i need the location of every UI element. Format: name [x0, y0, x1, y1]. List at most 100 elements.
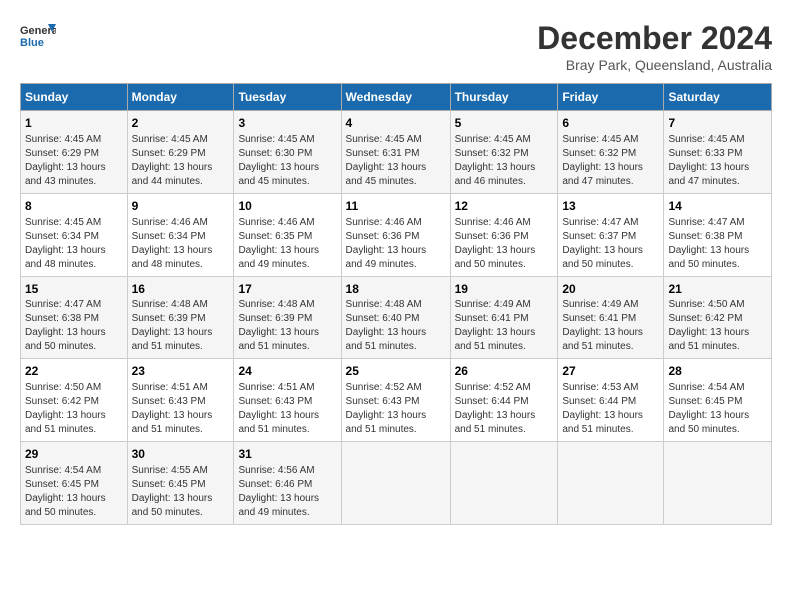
cell-line: Daylight: 13 hours [238, 326, 336, 340]
cell-line: Sunrise: 4:49 AM [562, 298, 659, 312]
col-header-tuesday: Tuesday [234, 84, 341, 111]
cell-line: Daylight: 13 hours [562, 161, 659, 175]
calendar-cell: 3Sunrise: 4:45 AMSunset: 6:30 PMDaylight… [234, 111, 341, 194]
day-number: 8 [25, 198, 123, 215]
day-number: 27 [562, 363, 659, 380]
cell-line: Sunset: 6:42 PM [668, 312, 767, 326]
cell-line: and 44 minutes. [132, 175, 230, 189]
title-area: December 2024 Bray Park, Queensland, Aus… [537, 20, 772, 73]
cell-line: and 48 minutes. [132, 258, 230, 272]
calendar-cell: 10Sunrise: 4:46 AMSunset: 6:35 PMDayligh… [234, 193, 341, 276]
cell-line: Sunset: 6:36 PM [455, 230, 554, 244]
calendar-cell [450, 442, 558, 525]
cell-line: Daylight: 13 hours [455, 244, 554, 258]
week-row-2: 8Sunrise: 4:45 AMSunset: 6:34 PMDaylight… [21, 193, 772, 276]
cell-line: and 50 minutes. [455, 258, 554, 272]
cell-line: and 47 minutes. [668, 175, 767, 189]
calendar-cell: 21Sunrise: 4:50 AMSunset: 6:42 PMDayligh… [664, 276, 772, 359]
cell-line: and 49 minutes. [346, 258, 446, 272]
calendar-cell: 24Sunrise: 4:51 AMSunset: 6:43 PMDayligh… [234, 359, 341, 442]
calendar-cell: 4Sunrise: 4:45 AMSunset: 6:31 PMDaylight… [341, 111, 450, 194]
calendar-cell [664, 442, 772, 525]
cell-line: Sunrise: 4:52 AM [346, 381, 446, 395]
cell-line: Daylight: 13 hours [132, 161, 230, 175]
cell-line: and 51 minutes. [238, 423, 336, 437]
cell-line: and 50 minutes. [562, 258, 659, 272]
cell-line: Sunset: 6:42 PM [25, 395, 123, 409]
day-number: 2 [132, 115, 230, 132]
cell-line: Sunset: 6:36 PM [346, 230, 446, 244]
calendar-cell: 15Sunrise: 4:47 AMSunset: 6:38 PMDayligh… [21, 276, 128, 359]
col-header-sunday: Sunday [21, 84, 128, 111]
cell-line: Sunrise: 4:55 AM [132, 464, 230, 478]
cell-line: Sunrise: 4:51 AM [238, 381, 336, 395]
cell-line: and 51 minutes. [132, 340, 230, 354]
cell-line: and 50 minutes. [132, 506, 230, 520]
calendar-cell: 18Sunrise: 4:48 AMSunset: 6:40 PMDayligh… [341, 276, 450, 359]
calendar-cell: 16Sunrise: 4:48 AMSunset: 6:39 PMDayligh… [127, 276, 234, 359]
cell-line: and 51 minutes. [668, 340, 767, 354]
calendar-cell: 9Sunrise: 4:46 AMSunset: 6:34 PMDaylight… [127, 193, 234, 276]
col-header-monday: Monday [127, 84, 234, 111]
cell-line: Daylight: 13 hours [132, 492, 230, 506]
cell-line: Sunrise: 4:52 AM [455, 381, 554, 395]
svg-text:Blue: Blue [20, 37, 44, 49]
day-number: 20 [562, 281, 659, 298]
cell-line: Daylight: 13 hours [238, 161, 336, 175]
calendar-cell [558, 442, 664, 525]
calendar-cell: 2Sunrise: 4:45 AMSunset: 6:29 PMDaylight… [127, 111, 234, 194]
cell-line: Sunset: 6:40 PM [346, 312, 446, 326]
cell-line: Daylight: 13 hours [668, 244, 767, 258]
calendar-cell: 30Sunrise: 4:55 AMSunset: 6:45 PMDayligh… [127, 442, 234, 525]
cell-line: and 50 minutes. [668, 258, 767, 272]
cell-line: Daylight: 13 hours [668, 409, 767, 423]
cell-line: Daylight: 13 hours [238, 244, 336, 258]
day-number: 7 [668, 115, 767, 132]
cell-line: Sunrise: 4:46 AM [238, 216, 336, 230]
day-number: 25 [346, 363, 446, 380]
day-number: 17 [238, 281, 336, 298]
cell-line: Sunset: 6:41 PM [562, 312, 659, 326]
day-number: 14 [668, 198, 767, 215]
week-row-5: 29Sunrise: 4:54 AMSunset: 6:45 PMDayligh… [21, 442, 772, 525]
col-header-friday: Friday [558, 84, 664, 111]
calendar-cell: 22Sunrise: 4:50 AMSunset: 6:42 PMDayligh… [21, 359, 128, 442]
calendar-table: SundayMondayTuesdayWednesdayThursdayFrid… [20, 83, 772, 525]
cell-line: Daylight: 13 hours [562, 244, 659, 258]
cell-line: Sunset: 6:31 PM [346, 147, 446, 161]
cell-line: Sunrise: 4:48 AM [346, 298, 446, 312]
day-number: 29 [25, 446, 123, 463]
calendar-cell: 14Sunrise: 4:47 AMSunset: 6:38 PMDayligh… [664, 193, 772, 276]
calendar-cell: 17Sunrise: 4:48 AMSunset: 6:39 PMDayligh… [234, 276, 341, 359]
location: Bray Park, Queensland, Australia [537, 57, 772, 73]
cell-line: Sunrise: 4:47 AM [668, 216, 767, 230]
cell-line: and 51 minutes. [346, 423, 446, 437]
cell-line: and 50 minutes. [668, 423, 767, 437]
calendar-cell: 6Sunrise: 4:45 AMSunset: 6:32 PMDaylight… [558, 111, 664, 194]
calendar-cell: 28Sunrise: 4:54 AMSunset: 6:45 PMDayligh… [664, 359, 772, 442]
cell-line: and 49 minutes. [238, 506, 336, 520]
cell-line: Sunrise: 4:53 AM [562, 381, 659, 395]
logo-icon: General Blue [20, 20, 56, 50]
cell-line: and 49 minutes. [238, 258, 336, 272]
cell-line: and 47 minutes. [562, 175, 659, 189]
cell-line: and 51 minutes. [562, 340, 659, 354]
cell-line: Sunrise: 4:54 AM [668, 381, 767, 395]
week-row-3: 15Sunrise: 4:47 AMSunset: 6:38 PMDayligh… [21, 276, 772, 359]
day-number: 11 [346, 198, 446, 215]
cell-line: Sunset: 6:32 PM [562, 147, 659, 161]
cell-line: Sunset: 6:32 PM [455, 147, 554, 161]
month-title: December 2024 [537, 20, 772, 57]
cell-line: Daylight: 13 hours [346, 409, 446, 423]
cell-line: Sunrise: 4:48 AM [238, 298, 336, 312]
cell-line: Sunset: 6:44 PM [562, 395, 659, 409]
cell-line: Daylight: 13 hours [562, 409, 659, 423]
cell-line: Daylight: 13 hours [455, 326, 554, 340]
cell-line: Sunset: 6:45 PM [668, 395, 767, 409]
cell-line: Sunrise: 4:48 AM [132, 298, 230, 312]
cell-line: Daylight: 13 hours [132, 244, 230, 258]
calendar-cell: 27Sunrise: 4:53 AMSunset: 6:44 PMDayligh… [558, 359, 664, 442]
cell-line: Sunset: 6:38 PM [668, 230, 767, 244]
cell-line: Sunrise: 4:50 AM [25, 381, 123, 395]
cell-line: and 48 minutes. [25, 258, 123, 272]
